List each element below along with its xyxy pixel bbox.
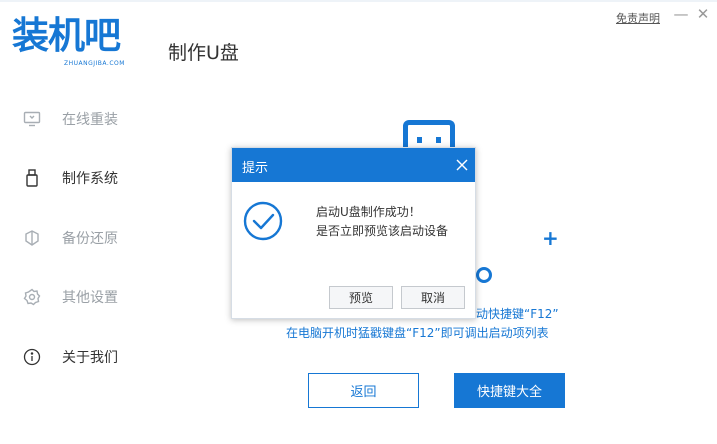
sidebar-item-online-reinstall[interactable]: 在线重装 <box>22 104 152 134</box>
dialog-message: 启动U盘制作成功！ <box>316 205 421 219</box>
app-logo: 装机吧 ZHUANGJIBA.COM <box>12 16 142 68</box>
usb-drive-icon <box>22 168 42 188</box>
hint-text-partial: 动快捷键“F12” <box>476 307 559 321</box>
success-dialog: 提示 启动U盘制作成功！ 是否立即预览该启动设备 预览 取消 <box>231 147 476 319</box>
dialog-question: 是否立即预览该启动设备 <box>316 224 449 238</box>
sidebar-item-make-system[interactable]: 制作系统 <box>22 163 152 193</box>
backup-restore-icon <box>22 228 42 248</box>
circle-decoration <box>476 267 492 283</box>
close-button[interactable]: ✕ <box>695 6 711 22</box>
success-check-icon <box>243 201 283 241</box>
sidebar-item-backup-restore[interactable]: 备份还原 <box>22 223 152 253</box>
monitor-icon <box>22 109 42 129</box>
dialog-title: 提示 <box>242 161 269 176</box>
disclaimer-link[interactable]: 免责声明 <box>616 10 660 26</box>
app-window: 装机吧 ZHUANGJIBA.COM 制作U盘 免责声明 — ✕ 在线重装 制作… <box>0 0 717 444</box>
info-icon <box>22 347 42 367</box>
sidebar-item-about-us[interactable]: 关于我们 <box>22 342 152 372</box>
logo-text: 装机吧 <box>12 14 121 57</box>
dialog-close-icon[interactable] <box>455 157 469 171</box>
sidebar-item-label: 制作系统 <box>62 171 118 187</box>
hint-text: 在电脑开机时猛戳键盘“F12”即可调出启动项列表 <box>286 326 549 340</box>
sidebar-item-label: 备份还原 <box>62 231 118 247</box>
gear-icon <box>22 287 42 307</box>
sidebar-item-label: 关于我们 <box>62 350 118 366</box>
page-title: 制作U盘 <box>168 42 239 64</box>
sidebar-item-label: 在线重装 <box>62 112 118 128</box>
sidebar-item-other-settings[interactable]: 其他设置 <box>22 282 152 312</box>
plus-icon: + <box>542 226 559 250</box>
minimize-button[interactable]: — <box>673 6 689 22</box>
back-button[interactable]: 返回 <box>308 373 419 408</box>
dialog-header: 提示 <box>232 148 475 182</box>
cancel-button[interactable]: 取消 <box>401 286 465 309</box>
sidebar-item-label: 其他设置 <box>62 290 118 306</box>
preview-button[interactable]: 预览 <box>329 286 393 309</box>
shortcut-keys-button[interactable]: 快捷键大全 <box>454 373 565 408</box>
logo-subtext: ZHUANGJIBA.COM <box>64 60 125 67</box>
